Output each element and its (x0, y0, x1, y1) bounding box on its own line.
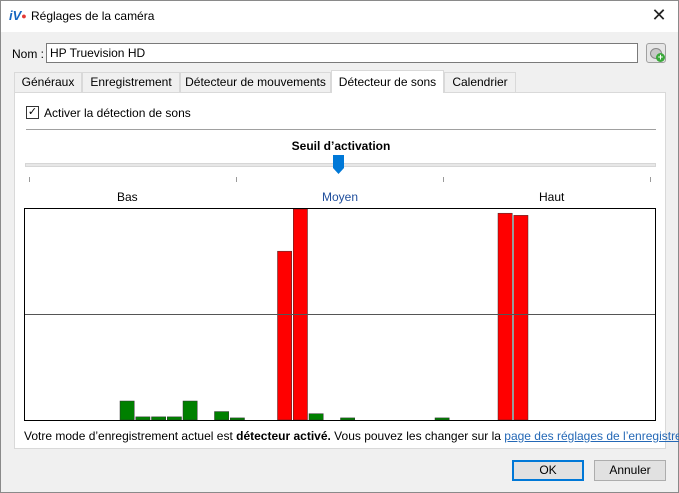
chart-bar (119, 400, 135, 421)
recording-settings-link[interactable]: page des réglages de l’enregistrement (504, 429, 679, 443)
close-icon[interactable]: ✕ (646, 4, 672, 28)
chart-bar (151, 416, 166, 421)
tab-recording[interactable]: Enregistrement (82, 72, 180, 93)
plus-icon: + (656, 52, 665, 62)
slider-tick (236, 177, 237, 182)
chart-bar (135, 416, 151, 421)
chart-bar (167, 416, 182, 421)
footer-middle: Vous pouvez les changer sur la (330, 429, 505, 443)
camera-name-input[interactable] (46, 43, 638, 63)
slider-tick (29, 177, 30, 182)
tab-motion-detector[interactable]: Détecteur de mouvements (180, 72, 331, 93)
threshold-slider-thumb[interactable] (333, 155, 344, 174)
recording-mode-note: Votre mode d’enregistrement actuel est d… (24, 429, 679, 443)
chart-bar (434, 417, 450, 421)
sound-level-chart (24, 208, 656, 421)
chart-bar (340, 417, 355, 421)
sound-detector-panel: ✓ Activer la détection de sons Seuil d’a… (14, 92, 679, 449)
sound-level-chart-svg (25, 208, 655, 421)
level-high-label: Haut (539, 190, 565, 204)
tab-sound-detector[interactable]: Détecteur de sons (331, 70, 444, 93)
chart-bar (182, 400, 198, 421)
title-bar: iV● Réglages de la caméra ✕ (1, 1, 678, 32)
level-mid-label: Moyen (322, 190, 359, 204)
chart-bar (308, 413, 324, 421)
enable-sound-detection-label[interactable]: Activer la détection de sons (44, 106, 191, 120)
cancel-button[interactable]: Annuler (594, 460, 666, 481)
slider-tick (650, 177, 651, 182)
slider-title: Seuil d’activation (291, 139, 391, 153)
chart-bar (214, 411, 229, 421)
chart-bar (513, 215, 529, 421)
iv-logo-icon: iV● (9, 8, 27, 23)
chart-bar (497, 212, 513, 421)
tab-general[interactable]: Généraux (14, 72, 82, 93)
name-label: Nom : (12, 47, 45, 61)
level-low-label: Bas (117, 190, 138, 204)
footer-mode: détecteur activé. (236, 429, 331, 443)
slider-tick (443, 177, 444, 182)
add-camera-button[interactable]: + (646, 43, 666, 63)
chart-bar (277, 250, 292, 421)
tab-calendar[interactable]: Calendrier (444, 72, 516, 93)
ok-button[interactable]: OK (512, 460, 584, 481)
enable-sound-detection-checkbox[interactable]: ✓ (26, 106, 39, 119)
window-title: Réglages de la caméra (31, 9, 155, 23)
camera-settings-dialog: iV● Réglages de la caméra ✕ Nom : + Géné… (0, 0, 679, 493)
separator (26, 129, 656, 130)
footer-prefix: Votre mode d’enregistrement actuel est (24, 429, 237, 443)
chart-bar (230, 417, 245, 421)
